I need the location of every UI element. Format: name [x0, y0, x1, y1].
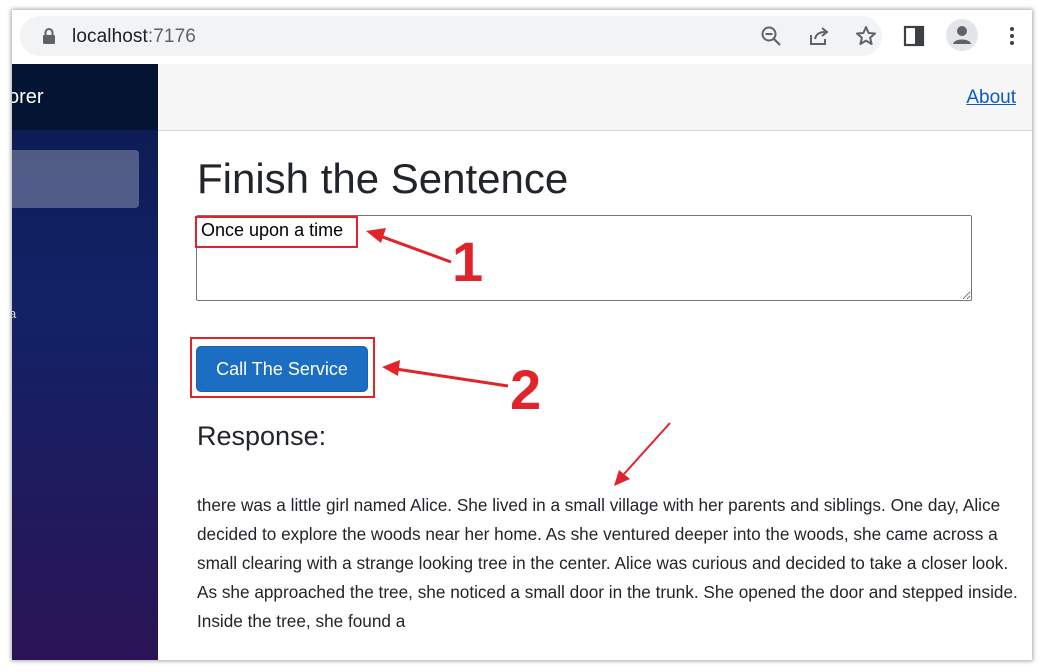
profile-icon[interactable]	[946, 19, 978, 51]
response-text: there was a little girl named Alice. She…	[197, 495, 1018, 631]
annotation-number-2: 2	[510, 358, 542, 421]
brand-name[interactable]: orer	[12, 86, 44, 109]
lock-icon[interactable]	[40, 27, 58, 45]
about-link[interactable]: About	[966, 87, 1016, 109]
prompt-textarea[interactable]	[196, 215, 972, 301]
call-service-button[interactable]: Call The Service	[196, 346, 368, 392]
sidebar: orer a	[12, 64, 158, 660]
sidebar-item-active[interactable]	[12, 150, 139, 208]
menu-icon[interactable]	[1000, 24, 1024, 48]
response-heading: Response:	[197, 421, 327, 451]
side-panel-icon[interactable]	[902, 24, 926, 48]
url-text[interactable]: localhost:7176	[72, 26, 196, 48]
address-bar[interactable]: localhost:7176	[20, 16, 882, 56]
main-content: Finish the Sentence Call The Service Res…	[158, 131, 1032, 660]
top-row: About	[158, 64, 1032, 131]
browser-toolbar: localhost:7176	[12, 10, 1032, 65]
sidebar-item-label[interactable]: a	[12, 306, 16, 321]
bookmark-star-icon[interactable]	[855, 25, 877, 47]
page-title: Finish the Sentence	[197, 155, 569, 202]
url-host: localhost	[72, 26, 148, 47]
url-port: :7176	[147, 26, 196, 47]
browser-window: localhost:7176 orer a About Finish the S…	[12, 10, 1032, 660]
zoom-out-icon[interactable]	[760, 25, 782, 47]
sidebar-header: orer	[12, 64, 158, 130]
share-icon[interactable]	[808, 25, 830, 47]
annotation-number-1: 1	[452, 230, 484, 293]
